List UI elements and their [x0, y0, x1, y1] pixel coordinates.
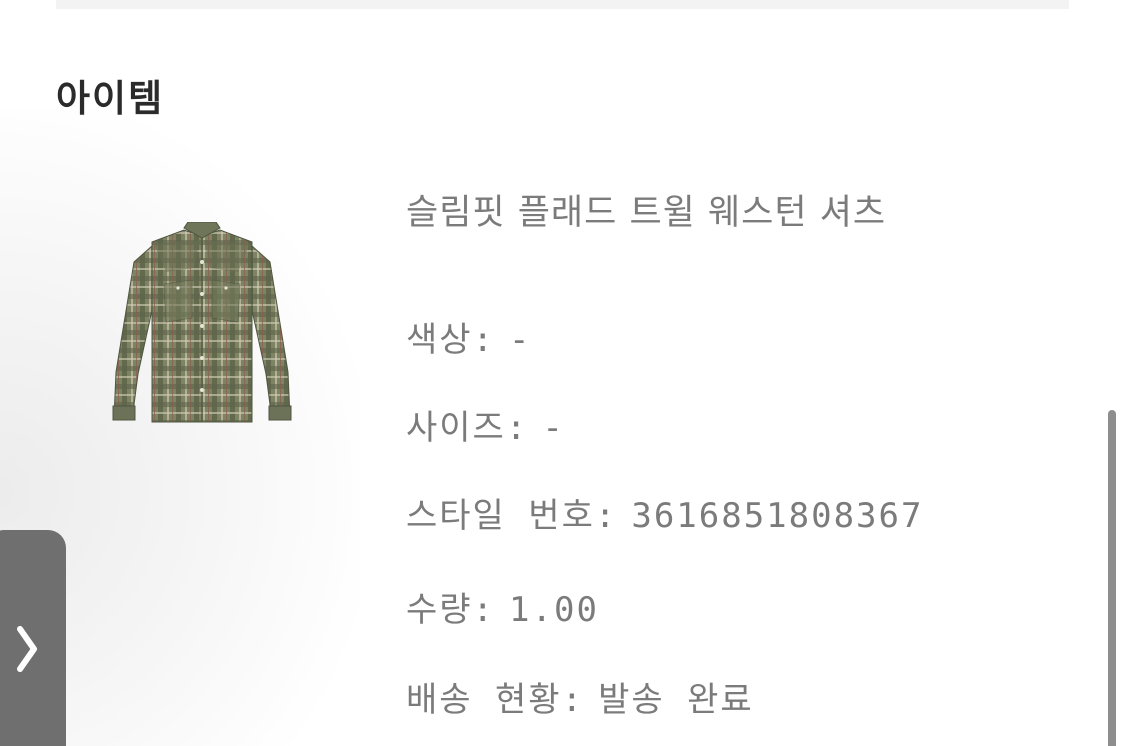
color-row: 색상: -: [406, 312, 532, 361]
product-name[interactable]: 슬림핏 플래드 트윌 웨스턴 셔츠: [406, 184, 886, 235]
side-drawer-tab[interactable]: [0, 530, 66, 746]
style-number-value: 3616851808367: [631, 496, 924, 536]
color-label: 색상:: [406, 320, 496, 360]
size-value: -: [542, 408, 565, 448]
size-label: 사이즈:: [406, 408, 529, 448]
order-item-page: 아이템 슬림핏 플래드 트윌 웨스턴 셔츠 색상: - 사이즈: - 스타일 번…: [0, 0, 1125, 746]
shipping-status-row: 배송 현황: 발송 완료: [406, 672, 754, 721]
scrollbar-thumb[interactable]: [1108, 410, 1116, 746]
item-details: 슬림핏 플래드 트윌 웨스턴 셔츠 색상: - 사이즈: - 스타일 번호: 3616…: [406, 0, 1086, 746]
quantity-value: 1.00: [509, 590, 599, 630]
quantity-label: 수량:: [406, 590, 496, 630]
section-title: 아이템: [56, 77, 165, 120]
product-image: [112, 222, 292, 423]
style-number-row: 스타일 번호: 3616851808367: [406, 488, 923, 537]
quantity-row: 수량: 1.00: [406, 582, 599, 631]
size-row: 사이즈: -: [406, 400, 565, 449]
chevron-right-icon: [17, 626, 37, 672]
style-number-label: 스타일 번호:: [406, 496, 618, 536]
color-value: -: [509, 320, 532, 360]
shipping-status-label: 배송 현황:: [406, 680, 585, 720]
shipping-status-value: 발송 완료: [598, 680, 754, 720]
